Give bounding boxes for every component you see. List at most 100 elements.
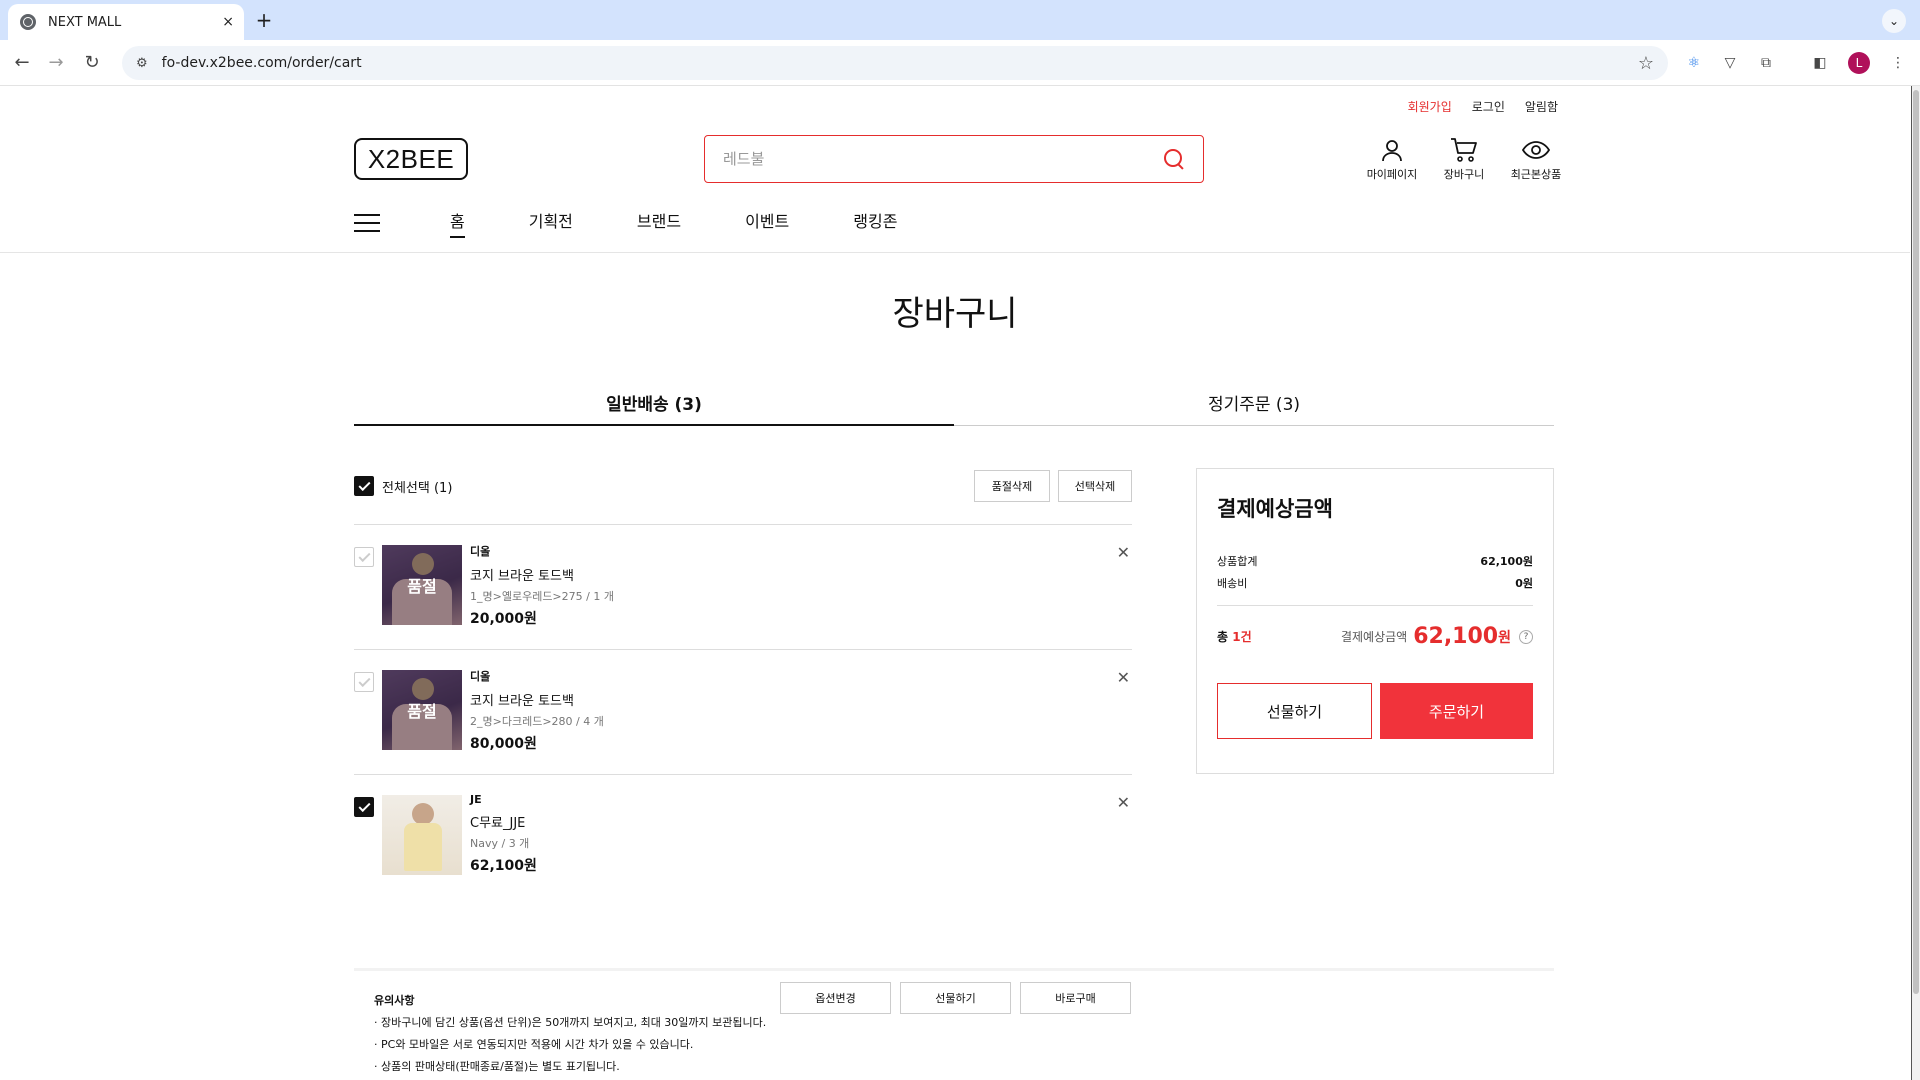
select-all-label: 전체선택 (1) bbox=[382, 480, 453, 496]
payment-summary: 결제예상금액 상품합계 62,100원 배송비 0원 총 1건 결제예상금액 6… bbox=[1196, 468, 1554, 774]
tab-subscription[interactable]: 정기주문 (3) bbox=[954, 382, 1554, 425]
item-option: 2_명>다크레드>280 / 4 개 bbox=[470, 715, 604, 728]
notice-title: 유의사항 bbox=[374, 994, 415, 1007]
mypage-button[interactable]: 마이페이지 bbox=[1356, 136, 1428, 182]
delete-selected-button[interactable]: 선택삭제 bbox=[1058, 470, 1132, 502]
bookmark-star-icon[interactable]: ☆ bbox=[1638, 53, 1654, 74]
site-logo[interactable]: X2BEE bbox=[354, 138, 468, 180]
site-info-icon[interactable]: ⚙ bbox=[136, 56, 148, 71]
item-brand: JE bbox=[470, 793, 482, 806]
profile-avatar[interactable]: L bbox=[1848, 52, 1870, 74]
cart-button[interactable]: 장바구니 bbox=[1428, 136, 1500, 182]
recent-products-button[interactable]: 최근본상품 bbox=[1500, 136, 1572, 182]
product-image[interactable]: 품절 bbox=[382, 545, 462, 625]
signup-link[interactable]: 회원가입 bbox=[1408, 98, 1452, 115]
main-navigation: 홈 기획전 브랜드 이벤트 랭킹존 bbox=[354, 208, 961, 238]
item-name[interactable]: C무료_JJE bbox=[470, 812, 537, 831]
browser-menu-icon[interactable]: ⋮ bbox=[1888, 53, 1908, 73]
back-arrow-icon[interactable]: ← bbox=[12, 53, 32, 73]
item-name[interactable]: 코지 브라운 토드백 bbox=[470, 565, 614, 584]
product-total-row: 상품합계 62,100원 bbox=[1217, 553, 1533, 569]
item-brand: 디올 bbox=[470, 670, 491, 683]
order-button[interactable]: 주문하기 bbox=[1380, 683, 1533, 739]
address-bar[interactable]: ⚙ fo-dev.x2bee.com/order/cart ☆ bbox=[122, 46, 1668, 80]
tab-search-chevron-icon[interactable]: ⌄ bbox=[1882, 9, 1906, 33]
product-image[interactable] bbox=[382, 795, 462, 875]
browser-tab-bar: NEXT MALL × + ⌄ bbox=[0, 0, 1920, 40]
search-box[interactable] bbox=[704, 135, 1204, 183]
menu-hamburger-icon[interactable] bbox=[354, 214, 380, 232]
delete-soldout-button[interactable]: 품절삭제 bbox=[974, 470, 1050, 502]
new-tab-button[interactable]: + bbox=[254, 8, 274, 32]
remove-item-close-icon[interactable]: ✕ bbox=[1117, 793, 1130, 812]
search-input[interactable] bbox=[723, 150, 1163, 168]
search-icon[interactable] bbox=[1163, 148, 1185, 170]
nav-event[interactable]: 이벤트 bbox=[745, 208, 789, 238]
mypage-label: 마이페이지 bbox=[1366, 168, 1418, 181]
recent-products-label: 최근본상품 bbox=[1510, 168, 1562, 181]
total-count: 총 1건 bbox=[1217, 630, 1252, 644]
page-content: 회원가입 로그인 알림함 X2BEE 마이페이지 장바구니 최근본상품 bbox=[0, 86, 1910, 1080]
item-name[interactable]: 코지 브라운 토드백 bbox=[470, 690, 604, 709]
change-option-button[interactable]: 옵션변경 bbox=[780, 982, 891, 1014]
help-question-icon[interactable]: ? bbox=[1519, 629, 1533, 644]
item-action-buttons: 옵션변경 선물하기 바로구매 bbox=[780, 982, 1131, 1014]
item-checkbox[interactable] bbox=[354, 672, 374, 692]
globe-icon bbox=[20, 14, 36, 30]
product-total-label: 상품합계 bbox=[1217, 555, 1258, 568]
gift-button[interactable]: 선물하기 bbox=[1217, 683, 1372, 739]
select-all[interactable]: 전체선택 (1) bbox=[354, 476, 452, 496]
summary-buttons: 선물하기 주문하기 bbox=[1217, 683, 1533, 739]
forward-arrow-icon[interactable]: → bbox=[46, 53, 66, 73]
product-total-value: 62,100원 bbox=[1480, 555, 1533, 568]
item-checkbox[interactable] bbox=[354, 797, 374, 817]
product-image[interactable]: 품절 bbox=[382, 670, 462, 750]
vue-extension-icon[interactable]: ▽ bbox=[1720, 53, 1740, 73]
item-gift-button[interactable]: 선물하기 bbox=[900, 982, 1011, 1014]
expected-unit: 원 bbox=[1498, 629, 1511, 646]
page-title: 장바구니 bbox=[892, 294, 1018, 334]
header-divider bbox=[0, 252, 1910, 253]
tab-title: NEXT MALL bbox=[48, 14, 122, 30]
notice-item: 장바구니에 담긴 상품(옵션 단위)은 50개까지 보여지고, 최대 30일까지… bbox=[374, 1014, 766, 1030]
cart-label: 장바구니 bbox=[1443, 168, 1485, 181]
page-scrollbar[interactable] bbox=[1912, 86, 1920, 1080]
item-brand: 디올 bbox=[470, 545, 491, 558]
cart-icon bbox=[1450, 136, 1478, 164]
nav-brand[interactable]: 브랜드 bbox=[637, 208, 681, 238]
tab-normal-delivery[interactable]: 일반배송 (3) bbox=[354, 382, 954, 426]
extensions-puzzle-icon[interactable]: ⧉ bbox=[1756, 53, 1776, 73]
cart-item: 품절 디올 코지 브라운 토드백 1_명>옐로우레드>275 / 1 개 20,… bbox=[354, 524, 1132, 649]
cart-item: JE C무료_JJE Navy / 3 개 62,100원 ✕ bbox=[354, 774, 1132, 954]
login-link[interactable]: 로그인 bbox=[1472, 98, 1505, 115]
nav-exhibition[interactable]: 기획전 bbox=[529, 208, 573, 238]
tab-close-icon[interactable]: × bbox=[222, 14, 234, 30]
browser-tab[interactable]: NEXT MALL × bbox=[8, 4, 244, 40]
expected-amount: 62,100 bbox=[1413, 624, 1499, 649]
item-price: 20,000원 bbox=[470, 611, 537, 627]
notice-section: 유의사항 장바구니에 담긴 상품(옵션 단위)은 50개까지 보여지고, 최대 … bbox=[374, 992, 766, 1080]
total-row: 총 1건 결제예상금액 62,100 원 ? bbox=[1217, 624, 1533, 649]
item-option: Navy / 3 개 bbox=[470, 837, 530, 850]
remove-item-close-icon[interactable]: ✕ bbox=[1117, 668, 1130, 687]
item-option: 1_명>옐로우레드>275 / 1 개 bbox=[470, 590, 614, 603]
nav-ranking[interactable]: 랭킹존 bbox=[853, 208, 897, 238]
browser-toolbar: ← → ↻ ⚙ fo-dev.x2bee.com/order/cart ☆ ⚛ … bbox=[0, 40, 1920, 86]
reload-icon[interactable]: ↻ bbox=[82, 53, 102, 73]
scrollbar-thumb[interactable] bbox=[1913, 90, 1919, 994]
item-price: 80,000원 bbox=[470, 736, 537, 752]
side-panel-icon[interactable]: ◧ bbox=[1810, 53, 1830, 73]
alarm-link[interactable]: 알림함 bbox=[1525, 98, 1558, 115]
select-all-checkbox[interactable] bbox=[354, 476, 374, 496]
shipping-value: 0원 bbox=[1515, 577, 1533, 590]
nav-home[interactable]: 홈 bbox=[450, 208, 465, 238]
react-devtools-icon[interactable]: ⚛ bbox=[1684, 53, 1704, 73]
utility-links: 회원가입 로그인 알림함 bbox=[1408, 98, 1558, 115]
url-text[interactable]: fo-dev.x2bee.com/order/cart bbox=[162, 55, 362, 71]
item-price: 62,100원 bbox=[470, 858, 537, 874]
item-checkbox[interactable] bbox=[354, 547, 374, 567]
buy-now-button[interactable]: 바로구매 bbox=[1020, 982, 1131, 1014]
shipping-row: 배송비 0원 bbox=[1217, 575, 1533, 591]
remove-item-close-icon[interactable]: ✕ bbox=[1117, 543, 1130, 562]
notice-divider bbox=[354, 968, 1554, 971]
